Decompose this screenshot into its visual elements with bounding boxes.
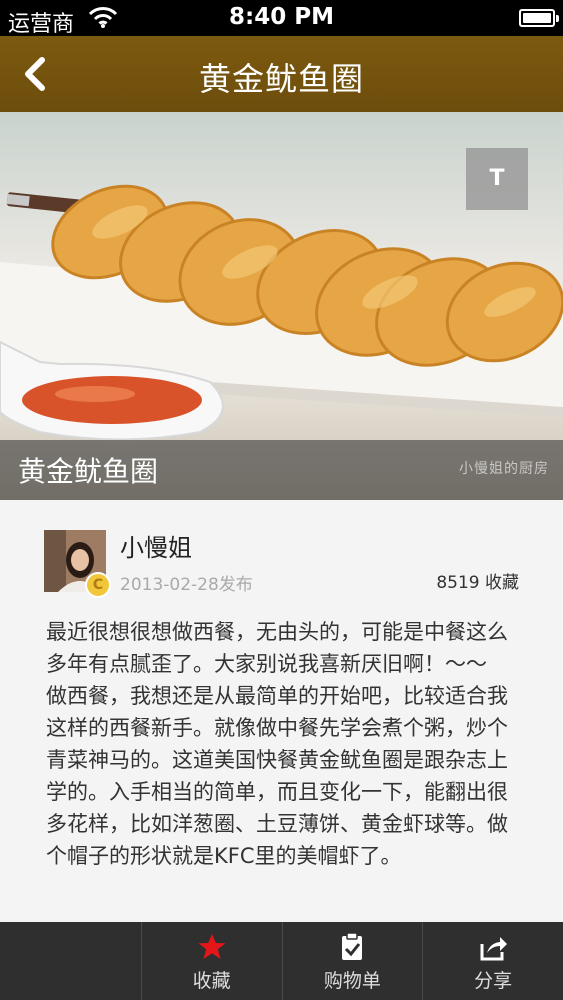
status-bar: 运营商 8:40 PM xyxy=(0,0,563,37)
creator-badge: C xyxy=(85,572,111,598)
author-name[interactable]: 小慢姐 xyxy=(120,528,192,563)
shopping-list-button[interactable]: 购物单 xyxy=(281,922,423,1000)
author-info: C 小慢姐 2013-02-28发布 8519 收藏 xyxy=(0,500,563,610)
shopping-list-label: 购物单 xyxy=(323,970,381,992)
share-label: 分享 xyxy=(474,970,513,992)
recipe-screen: 运营商 8:40 PM 黄金鱿鱼圈 T 黄金鱿鱼圈 小慢姐的厨房 C 小慢姐 2… xyxy=(0,0,563,1000)
bottom-toolbar: 收藏 购物单 分享 xyxy=(0,922,563,1000)
photo-caption: 黄金鱿鱼圈 xyxy=(18,455,159,488)
navigation-bar: 黄金鱿鱼圈 xyxy=(0,36,563,112)
page-title: 黄金鱿鱼圈 xyxy=(198,60,364,98)
share-icon xyxy=(480,937,508,961)
status-time: 8:40 PM xyxy=(229,4,334,30)
checklist-icon xyxy=(342,932,363,960)
toolbar-empty-slot xyxy=(0,922,141,1000)
favorite-button[interactable]: 收藏 xyxy=(140,922,282,1000)
recipe-description: 最近很想很想做西餐，无由头的，可能是中餐这么多年有点腻歪了。大家别说我喜新厌旧啊… xyxy=(46,620,508,868)
favorite-count: 8519 收藏 xyxy=(436,573,519,593)
battery-icon xyxy=(519,9,559,27)
photo-watermark: 小慢姐的厨房 xyxy=(459,461,549,477)
publish-date: 2013-02-28发布 xyxy=(120,575,253,595)
text-mode-button[interactable]: T xyxy=(466,148,528,210)
share-button[interactable]: 分享 xyxy=(422,922,563,1000)
recipe-photo: T 黄金鱿鱼圈 小慢姐的厨房 xyxy=(0,112,563,500)
photo-caption-bar: 黄金鱿鱼圈 小慢姐的厨房 xyxy=(0,440,563,500)
star-icon xyxy=(198,934,226,959)
favorite-label: 收藏 xyxy=(192,970,231,992)
